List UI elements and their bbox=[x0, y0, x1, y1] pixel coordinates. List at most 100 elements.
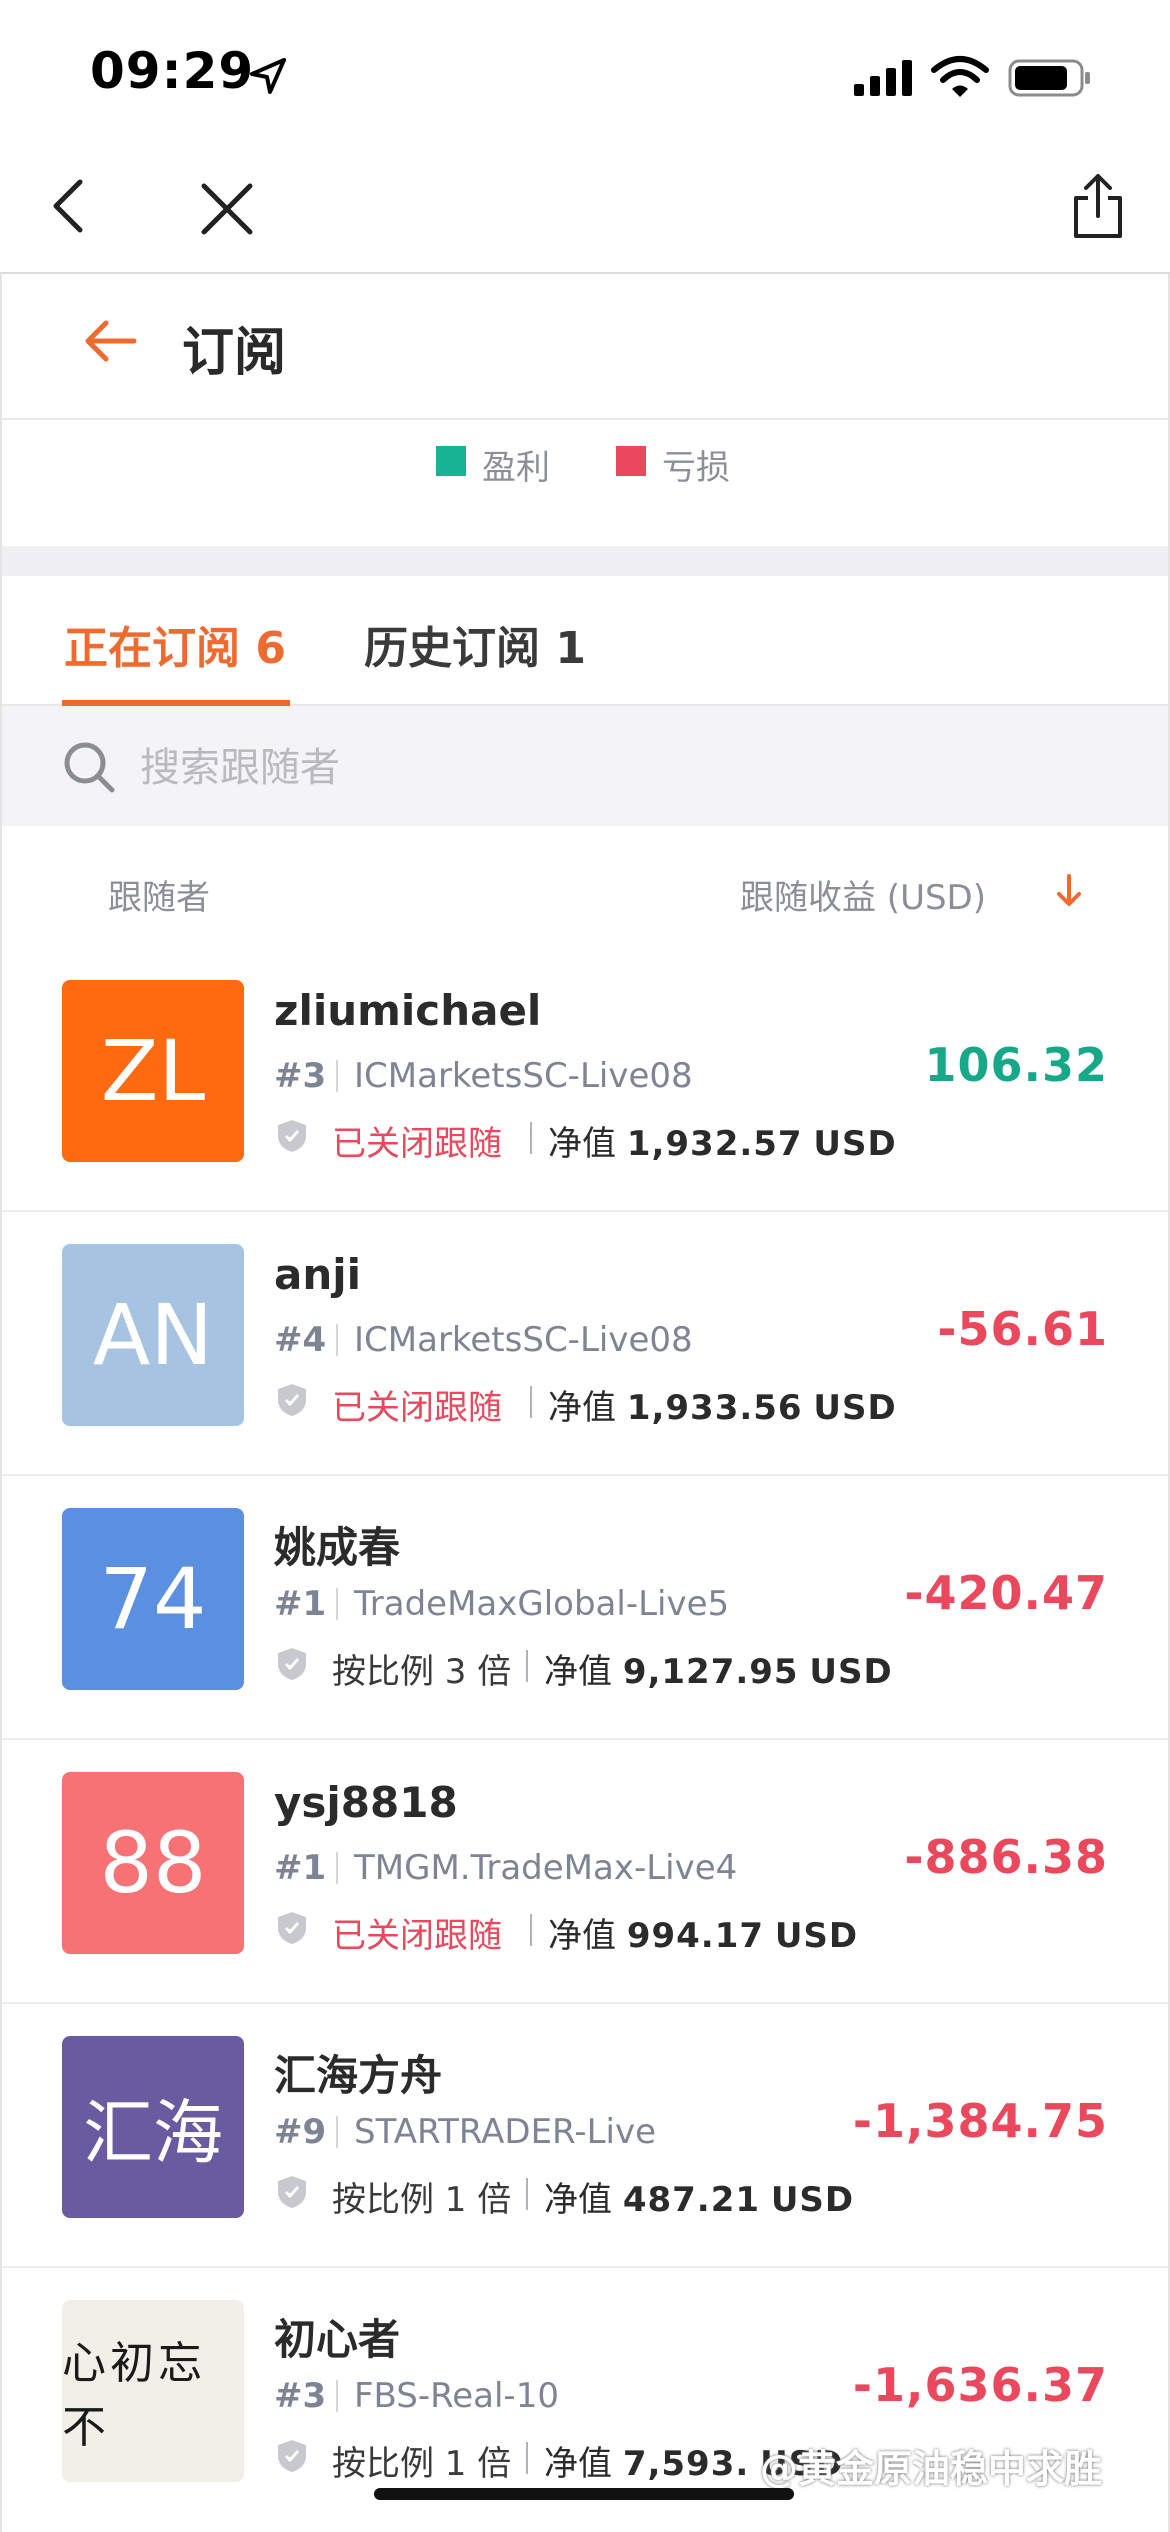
net-value: 净值 9,127.95 USD bbox=[544, 1644, 893, 1693]
shield-icon bbox=[278, 1912, 306, 1944]
shield-icon bbox=[278, 2440, 306, 2472]
avatar: 74 bbox=[62, 1508, 244, 1690]
table-row[interactable]: AN anji #4 ICMarketsSC-Live08 已关闭跟随 净值 1… bbox=[2, 1212, 1168, 1476]
search-icon bbox=[64, 742, 115, 793]
currency: USD bbox=[770, 2180, 855, 2220]
divider bbox=[336, 1324, 338, 1356]
divider bbox=[336, 2380, 338, 2412]
divider bbox=[336, 1588, 338, 1620]
table-row[interactable]: 74 姚成春 #1 TradeMaxGlobal-Live5 按比例 3 倍 净… bbox=[2, 1476, 1168, 1740]
follower-name: 汇海方舟 bbox=[274, 2051, 443, 2100]
net-value: 净值 1,933.56 USD bbox=[548, 1380, 897, 1429]
net-value: 净值 994.17 USD bbox=[548, 1908, 858, 1957]
avatar: 汇海 bbox=[62, 2036, 244, 2218]
follow-profit: -1,384.75 bbox=[852, 2094, 1108, 2148]
legend-profit-label: 盈利 bbox=[482, 448, 550, 488]
legend-loss-swatch bbox=[616, 446, 646, 476]
net-label: 净值 bbox=[548, 1388, 616, 1428]
currency: USD bbox=[774, 1916, 859, 1956]
follower-name: 姚成春 bbox=[274, 1523, 401, 1572]
net-label: 净值 bbox=[548, 1916, 616, 1956]
signal-icon bbox=[854, 60, 912, 96]
divider bbox=[530, 1122, 532, 1154]
follow-profit: -886.38 bbox=[904, 1830, 1108, 1884]
table-row[interactable]: 汇海 汇海方舟 #9 STARTRADER-Live 按比例 1 倍 净值 48… bbox=[2, 2004, 1168, 2268]
server-name: TMGM.TradeMax-Live4 bbox=[354, 1848, 738, 1888]
follow-status: 已关闭跟随 bbox=[332, 1124, 502, 1164]
net-amount: 487.21 bbox=[622, 2180, 761, 2220]
follower-name: ysj8818 bbox=[274, 1778, 458, 1827]
follow-profit: 106.32 bbox=[924, 1038, 1108, 1092]
rank: #4 bbox=[274, 1320, 327, 1360]
search-input[interactable] bbox=[140, 742, 1040, 794]
follow-status: 已关闭跟随 bbox=[332, 1916, 502, 1956]
net-amount: 1,932.57 bbox=[626, 1124, 803, 1164]
watermark: @黄金原油稳中求胜 bbox=[760, 2447, 1103, 2491]
header-divider bbox=[2, 418, 1168, 420]
divider bbox=[530, 1914, 532, 1946]
rank: #3 bbox=[274, 2376, 327, 2416]
column-header-follower: 跟随者 bbox=[108, 878, 210, 918]
server-name: FBS-Real-10 bbox=[354, 2376, 559, 2416]
net-amount: 9,127.95 bbox=[622, 1652, 799, 1692]
follow-profit: -420.47 bbox=[904, 1566, 1108, 1620]
back-arrow-icon[interactable] bbox=[82, 318, 138, 364]
net-label: 净值 bbox=[548, 1124, 616, 1164]
follow-status: 已关闭跟随 bbox=[332, 1388, 502, 1428]
net-label: 净值 bbox=[544, 2444, 612, 2484]
follow-profit: -1,636.37 bbox=[852, 2358, 1108, 2412]
avatar: 心初忘不 bbox=[62, 2300, 244, 2482]
server-name: TradeMaxGlobal-Live5 bbox=[354, 1584, 730, 1624]
status-time: 09:29 bbox=[90, 42, 255, 100]
home-indicator bbox=[374, 2488, 794, 2500]
tab-history-subscriptions[interactable]: 历史订阅 1 bbox=[364, 612, 586, 676]
divider bbox=[336, 1060, 338, 1092]
table-row[interactable]: ZL zliumichael #3 ICMarketsSC-Live08 已关闭… bbox=[2, 948, 1168, 1212]
section-separator bbox=[2, 546, 1168, 576]
rank: #1 bbox=[274, 1584, 327, 1624]
avatar: 88 bbox=[62, 1772, 244, 1954]
rank: #3 bbox=[274, 1056, 327, 1096]
divider bbox=[336, 1852, 338, 1884]
share-icon[interactable] bbox=[1070, 172, 1126, 242]
currency: USD bbox=[809, 1652, 893, 1692]
battery-icon bbox=[1008, 59, 1090, 97]
currency: USD bbox=[813, 1124, 897, 1164]
currency: USD bbox=[813, 1388, 897, 1428]
close-icon[interactable] bbox=[198, 180, 256, 238]
net-label: 净值 bbox=[544, 2180, 612, 2220]
follow-ratio: 按比例 1 倍 bbox=[332, 2180, 512, 2220]
chevron-left-icon[interactable] bbox=[48, 176, 88, 236]
rank: #9 bbox=[274, 2112, 327, 2152]
divider bbox=[526, 2178, 528, 2210]
divider bbox=[336, 2116, 338, 2148]
net-value: 净值 487.21 USD bbox=[544, 2172, 854, 2221]
legend-profit-swatch bbox=[436, 446, 466, 476]
rank: #1 bbox=[274, 1848, 327, 1888]
shield-icon bbox=[278, 1120, 306, 1152]
net-amount: 1,933.56 bbox=[626, 1388, 803, 1428]
shield-icon bbox=[278, 2176, 306, 2208]
server-name: ICMarketsSC-Live08 bbox=[354, 1320, 693, 1360]
follower-name: zliumichael bbox=[274, 986, 542, 1035]
net-value: 净值 1,932.57 USD bbox=[548, 1116, 897, 1165]
tab-current-subscriptions[interactable]: 正在订阅 6 bbox=[64, 612, 286, 676]
server-name: STARTRADER-Live bbox=[354, 2112, 656, 2152]
divider bbox=[526, 1650, 528, 1682]
legend-loss-label: 亏损 bbox=[662, 448, 730, 488]
divider bbox=[526, 2442, 528, 2474]
follower-name: anji bbox=[274, 1250, 362, 1299]
sort-down-arrow-icon[interactable] bbox=[1054, 870, 1084, 910]
net-label: 净值 bbox=[544, 1652, 612, 1692]
avatar: AN bbox=[62, 1244, 244, 1426]
shield-icon bbox=[278, 1648, 306, 1680]
follow-profit: -56.61 bbox=[937, 1302, 1108, 1356]
table-row[interactable]: 88 ysj8818 #1 TMGM.TradeMax-Live4 已关闭跟随 … bbox=[2, 1740, 1168, 2004]
follow-ratio: 按比例 1 倍 bbox=[332, 2444, 512, 2484]
page-title: 订阅 bbox=[182, 323, 287, 383]
column-header-profit[interactable]: 跟随收益 (USD) bbox=[740, 870, 986, 919]
follower-name: 初心者 bbox=[274, 2315, 401, 2364]
server-name: ICMarketsSC-Live08 bbox=[354, 1056, 693, 1096]
follow-ratio: 按比例 3 倍 bbox=[332, 1652, 512, 1692]
net-amount: 994.17 bbox=[626, 1916, 765, 1956]
